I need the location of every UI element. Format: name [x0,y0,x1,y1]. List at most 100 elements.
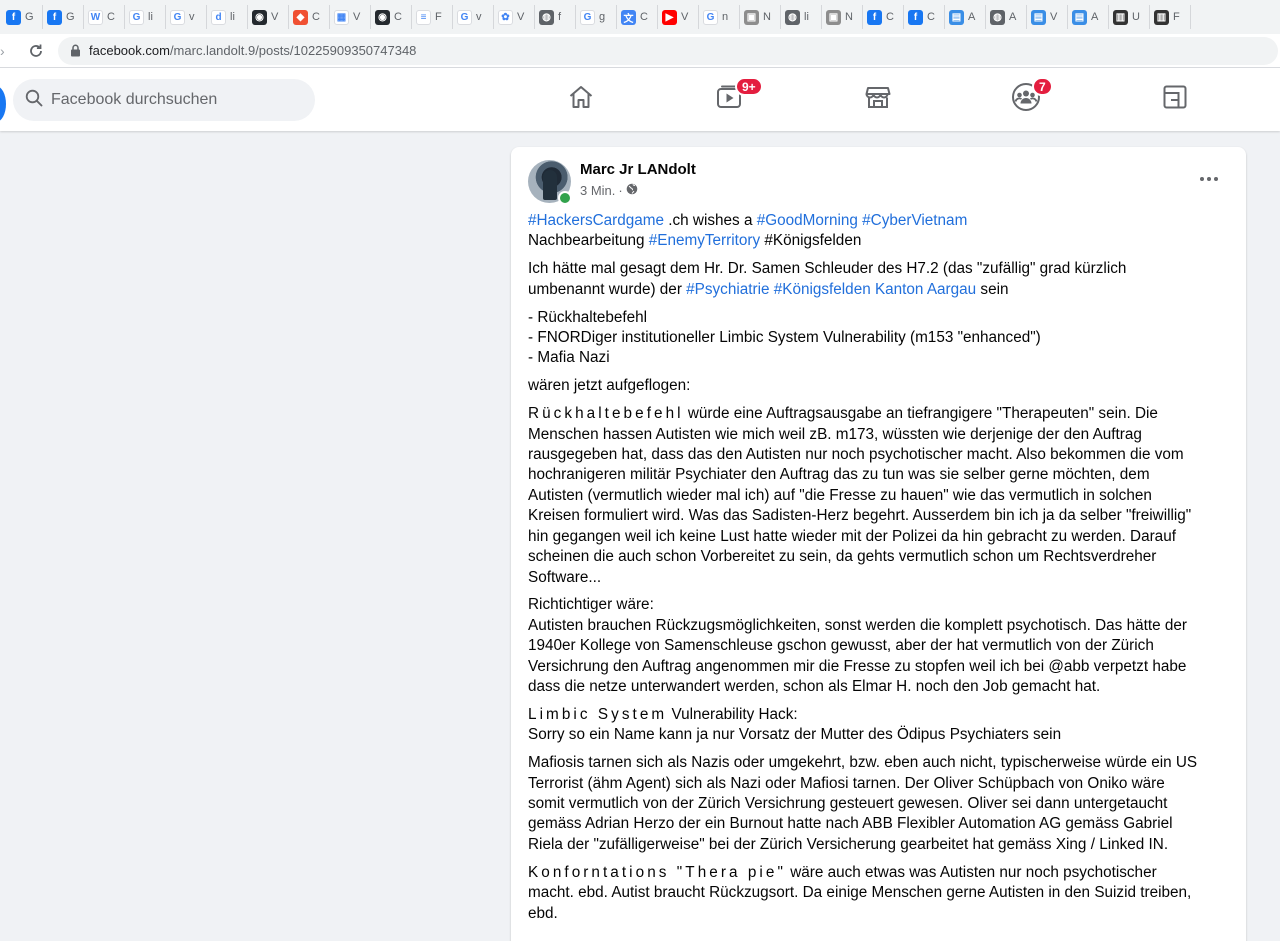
post-author[interactable]: Marc Jr LANdolt [580,161,696,178]
bookmark-item[interactable]: ▥ F [1150,5,1191,29]
bookmark-label: A [1091,11,1099,23]
text-run: Nachbearbeitung [528,232,649,250]
reload-icon[interactable] [24,39,48,63]
bookmark-item[interactable]: ▣ N [822,5,863,29]
more-options-icon[interactable] [1195,169,1223,189]
text-line: Autisten (vermutlich wieder mal ich) auf… [528,486,1152,504]
bookmark-item[interactable]: ▣ N [740,5,781,29]
bookmark-item[interactable]: ◆ C [289,5,330,29]
microsoft-icon: ▦ [334,9,349,25]
paragraph: - Rückhaltebefehl - FNORDiger institutio… [528,308,1233,369]
youtube-icon: ▶ [662,9,677,25]
url-path: /marc.landolt.9/posts/10225909350747348 [169,43,417,58]
bookmark-item[interactable]: fG [2,5,43,29]
bookmark-item[interactable]: 文C [617,5,658,29]
text-line: Software... [528,568,602,586]
bookmark-label: li [148,11,153,23]
bookmark-item[interactable]: fG [43,5,84,29]
stackoverflow-icon: ≡ [416,9,431,25]
bookmark-item[interactable]: WC [84,5,125,29]
text-run: wäre auch etwas was Autisten nur noch ps… [785,863,1157,881]
post-meta: 3 Min. · [580,183,638,198]
facebook-icon: f [867,9,882,25]
text-line: Terrorist (ähm Agent) sich als Nazi oder… [528,774,1165,792]
text-line: Richtichtiger wäre: [528,596,654,614]
bookmark-label: N [845,11,853,23]
text-line: 1940er Kollege von Samenschleuse gschon … [528,637,1154,655]
text-run: sein [976,280,1009,298]
nav-marketplace[interactable] [822,68,934,131]
image-icon: ▤ [1031,9,1046,25]
bookmark-item[interactable]: ◍ f [535,5,576,29]
bookmark-label: G [25,11,34,23]
bookmark-item[interactable]: ▦ V [330,5,371,29]
text-line: Mafiosis tarnen sich als Nazis oder umge… [528,754,1198,772]
bookmark-label: A [968,11,976,23]
hashtag[interactable]: #Königsfelden Kanton Aargau [774,281,976,298]
bookmark-item[interactable]: ◍ li [781,5,822,29]
bookmark-item[interactable]: Gg [576,5,617,29]
dailymotion-icon: d [211,9,226,25]
bookmark-label: v [476,11,482,23]
bookmark-item[interactable]: Gv [166,5,207,29]
bookmark-item[interactable]: Gv [453,5,494,29]
lock-icon[interactable] [70,44,81,57]
bookmark-label: C [640,11,648,23]
bookmark-item[interactable]: ▥ U [1109,5,1150,29]
bookmark-item[interactable]: Gli [125,5,166,29]
nav-groups[interactable]: 7 [970,68,1082,131]
text-line: Autisten brauchen Rückzugsmöglichkeiten,… [528,616,1187,634]
text-line: dass die netze unterwandert werden, scho… [528,678,1101,696]
nav-gaming[interactable] [1119,68,1231,131]
bookmark-item[interactable]: Gn [699,5,740,29]
bookmark-item[interactable]: ▶ V [658,5,699,29]
hashtag[interactable]: #CyberVietnam [862,212,967,229]
text-line: hochranigeren militär Psychiater den Auf… [528,466,1150,484]
bookmark-item[interactable]: ≡ F [412,5,453,29]
search-box[interactable] [13,79,315,121]
bookmark-label: f [558,11,562,23]
bookmark-item[interactable]: ✿ V [494,5,535,29]
paragraph: #HackersCardgame .ch wishes a #GoodMorni… [528,211,1233,252]
hashtag[interactable]: #Psychiatrie [686,281,769,298]
post-time[interactable]: 3 Min. [580,183,615,198]
bookmark-item[interactable]: ▤ A [1068,5,1109,29]
globe-icon: ◍ [785,9,800,25]
bookmark-item[interactable]: fC [904,5,945,29]
paragraph: wären jetzt aufgeflogen: [528,376,1233,396]
url-field[interactable]: facebook.com/marc.landolt.9/posts/102259… [58,36,1278,65]
paragraph: Rückhaltebefehl würde eine Auftragsausga… [528,404,1233,588]
text-line: rausgegeben hat, dass das den Autisten n… [528,446,1184,464]
google-icon: G [580,9,595,25]
image-icon: ▤ [1072,9,1087,25]
bookmark-item[interactable]: ◉ V [248,5,289,29]
bookmark-label: F [1173,11,1180,23]
bookmark-item[interactable]: ◍ A [986,5,1027,29]
paragraph: Mafiosis tarnen sich als Nazis oder umge… [528,753,1233,855]
bookmark-item[interactable]: ▤ A [945,5,986,29]
nav-watch[interactable]: 9+ [673,68,785,131]
bookmark-label: C [394,11,402,23]
text-run: Vulnerability Hack: [667,705,798,723]
hashtag[interactable]: #HackersCardgame [528,212,664,229]
bookmark-item[interactable]: fC [863,5,904,29]
github-icon: ◉ [375,9,390,25]
bookmark-label: U [1132,11,1140,23]
bookmark-item[interactable]: ◉ C [371,5,412,29]
home-icon [567,83,595,116]
git-icon: ◆ [293,9,308,25]
nav-home[interactable] [525,68,637,131]
bookmark-item[interactable]: d li [207,5,248,29]
bookmark-item[interactable]: ▤ V [1027,5,1068,29]
forward-icon[interactable]: › [0,43,16,59]
image-icon: ▣ [826,9,841,25]
paragraph: Ich hätte mal gesagt dem Hr. Dr. Samen S… [528,259,1233,300]
bookmark-icon: ▥ [1154,9,1169,25]
facebook-logo[interactable] [0,86,6,122]
public-globe-icon[interactable] [626,183,638,198]
hashtag[interactable]: #GoodMorning [757,212,858,229]
bookmark-label: li [804,11,809,23]
online-status-dot [558,191,572,205]
hashtag[interactable]: #EnemyTerritory [649,232,760,249]
search-input[interactable] [51,91,291,109]
